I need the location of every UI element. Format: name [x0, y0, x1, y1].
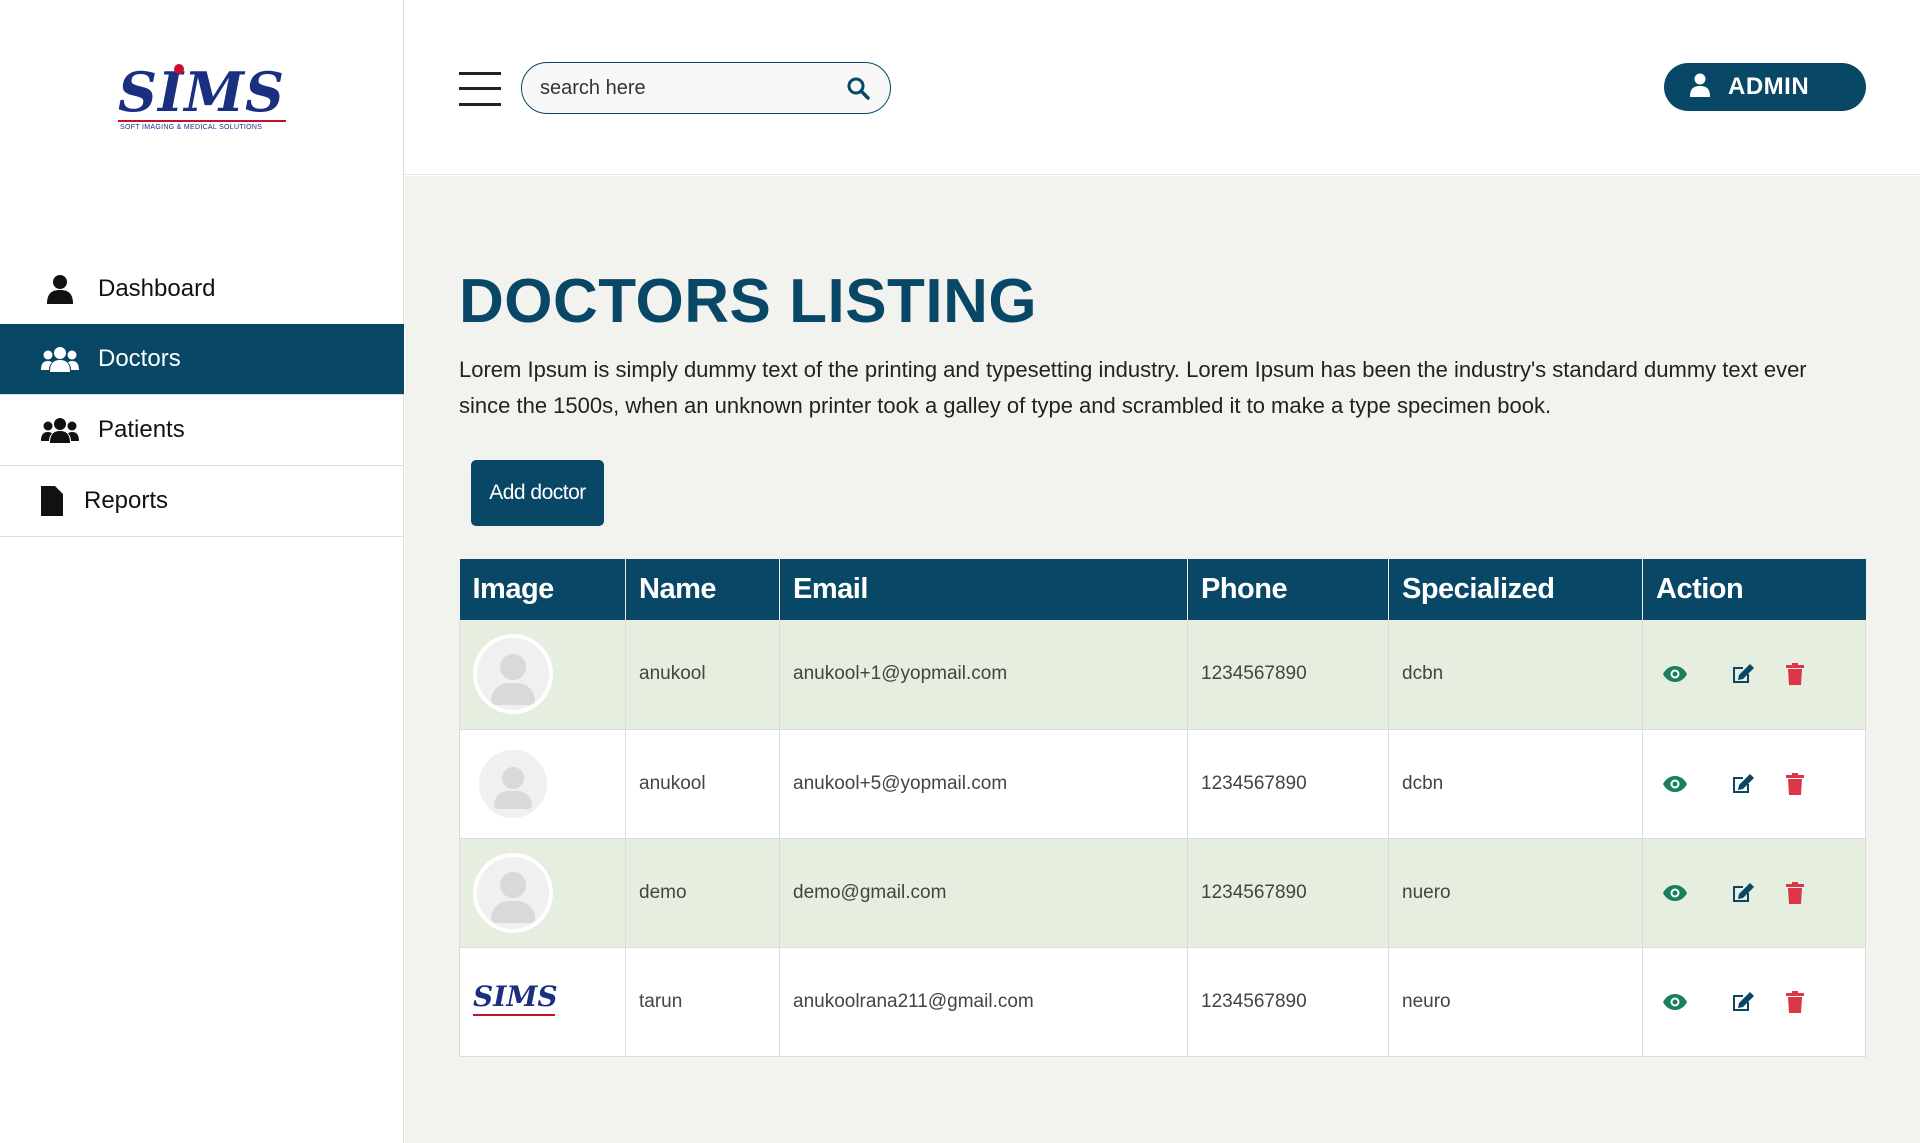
column-header-name: Name: [625, 559, 780, 620]
users-icon: [40, 415, 80, 445]
table-row: anukool anukool+5@yopmail.com 1234567890…: [459, 729, 1866, 839]
table-row: anukool anukool+1@yopmail.com 1234567890…: [459, 620, 1866, 730]
sims-logo[interactable]: SIMS SOFT IMAGING & MEDICAL SOLUTIONS: [118, 62, 288, 142]
table-header-row: Image Name Email Phone Specialized Actio…: [459, 559, 1866, 620]
column-header-action: Action: [1642, 559, 1866, 620]
logo-dot: [174, 64, 184, 74]
edit-icon[interactable]: [1730, 880, 1756, 906]
action-cell: [1642, 838, 1866, 948]
email-cell: anukoolrana211@gmail.com: [779, 947, 1188, 1057]
top-bar: ADMIN: [405, 0, 1920, 175]
avatar-placeholder: [479, 749, 547, 818]
phone-cell: 1234567890: [1187, 620, 1389, 730]
action-cell: [1642, 620, 1866, 730]
phone-cell: 1234567890: [1187, 947, 1389, 1057]
admin-button[interactable]: ADMIN: [1664, 63, 1866, 111]
logo-pulse-line: [118, 120, 286, 122]
trash-icon[interactable]: [1782, 989, 1808, 1015]
email-cell: demo@gmail.com: [779, 838, 1188, 948]
table-row: SIMS tarun anukoolrana211@gmail.com 1234…: [459, 947, 1866, 1057]
doctors-table: Image Name Email Phone Specialized Actio…: [459, 559, 1866, 1057]
users-icon: [40, 344, 80, 374]
column-header-image: Image: [459, 559, 626, 620]
page-title: DOCTORS LISTING: [459, 267, 1038, 336]
avatar-placeholder: [473, 634, 553, 715]
name-cell: anukool: [625, 620, 780, 730]
action-cell: [1642, 947, 1866, 1057]
user-icon: [1690, 73, 1710, 102]
admin-label: ADMIN: [1728, 73, 1810, 100]
sidebar-item-dashboard[interactable]: Dashboard: [0, 253, 404, 324]
table-row: demo demo@gmail.com 1234567890 nuero: [459, 838, 1866, 948]
action-cell: [1642, 729, 1866, 839]
eye-icon[interactable]: [1662, 661, 1688, 687]
name-cell: anukool: [625, 729, 780, 839]
specialized-cell: dcbn: [1388, 729, 1643, 839]
user-icon: [40, 274, 80, 304]
email-cell: anukool+5@yopmail.com: [779, 729, 1188, 839]
image-cell: [459, 620, 626, 730]
edit-icon[interactable]: [1730, 989, 1756, 1015]
name-cell: tarun: [625, 947, 780, 1057]
eye-icon[interactable]: [1662, 989, 1688, 1015]
sidebar-item-doctors[interactable]: Doctors: [0, 324, 404, 395]
sidebar-item-label: Reports: [84, 487, 169, 514]
logo-tagline: SOFT IMAGING & MEDICAL SOLUTIONS: [120, 124, 263, 131]
sims-logo-thumbnail: SIMS: [473, 979, 558, 1024]
column-header-specialized: Specialized: [1388, 559, 1643, 620]
page-description: Lorem Ipsum is simply dummy text of the …: [459, 357, 1807, 418]
specialized-cell: nuero: [1388, 838, 1643, 948]
column-header-email: Email: [779, 559, 1188, 620]
name-cell: demo: [625, 838, 780, 948]
trash-icon[interactable]: [1782, 771, 1808, 797]
eye-icon[interactable]: [1662, 771, 1688, 797]
search-box: [521, 62, 891, 114]
sidebar-item-label: Patients: [98, 416, 185, 443]
image-cell: [459, 729, 626, 839]
sidebar-item-label: Dashboard: [98, 274, 216, 302]
trash-icon[interactable]: [1782, 661, 1808, 687]
logo-text: SIMS: [118, 60, 286, 124]
search-icon[interactable]: [844, 74, 872, 102]
trash-icon[interactable]: [1782, 880, 1808, 906]
edit-icon[interactable]: [1730, 661, 1756, 687]
column-header-phone: Phone: [1187, 559, 1389, 620]
file-icon: [40, 486, 64, 516]
sidebar-item-reports[interactable]: Reports: [0, 466, 404, 537]
eye-icon[interactable]: [1662, 880, 1688, 906]
sidebar: SIMS SOFT IMAGING & MEDICAL SOLUTIONS Da…: [0, 0, 404, 1143]
search-input[interactable]: [540, 76, 844, 100]
main-content: DOCTORS LISTING Lorem Ipsum is simply du…: [405, 176, 1920, 1143]
specialized-cell: neuro: [1388, 947, 1643, 1057]
phone-cell: 1234567890: [1187, 729, 1389, 839]
avatar-placeholder: [473, 852, 553, 933]
email-cell: anukool+1@yopmail.com: [779, 620, 1188, 730]
add-doctor-button[interactable]: Add doctor: [471, 460, 604, 526]
edit-icon[interactable]: [1730, 771, 1756, 797]
sidebar-item-label: Doctors: [98, 345, 181, 372]
thumbnail-logo-text: SIMS: [473, 979, 558, 1013]
sidebar-nav: Dashboard Doctors Patients Reports: [0, 253, 404, 537]
specialized-cell: dcbn: [1388, 620, 1643, 730]
image-cell: SIMS: [459, 947, 626, 1057]
phone-cell: 1234567890: [1187, 838, 1389, 948]
sidebar-item-patients[interactable]: Patients: [0, 395, 404, 466]
menu-toggle-icon[interactable]: [459, 72, 501, 106]
image-cell: [459, 838, 626, 948]
